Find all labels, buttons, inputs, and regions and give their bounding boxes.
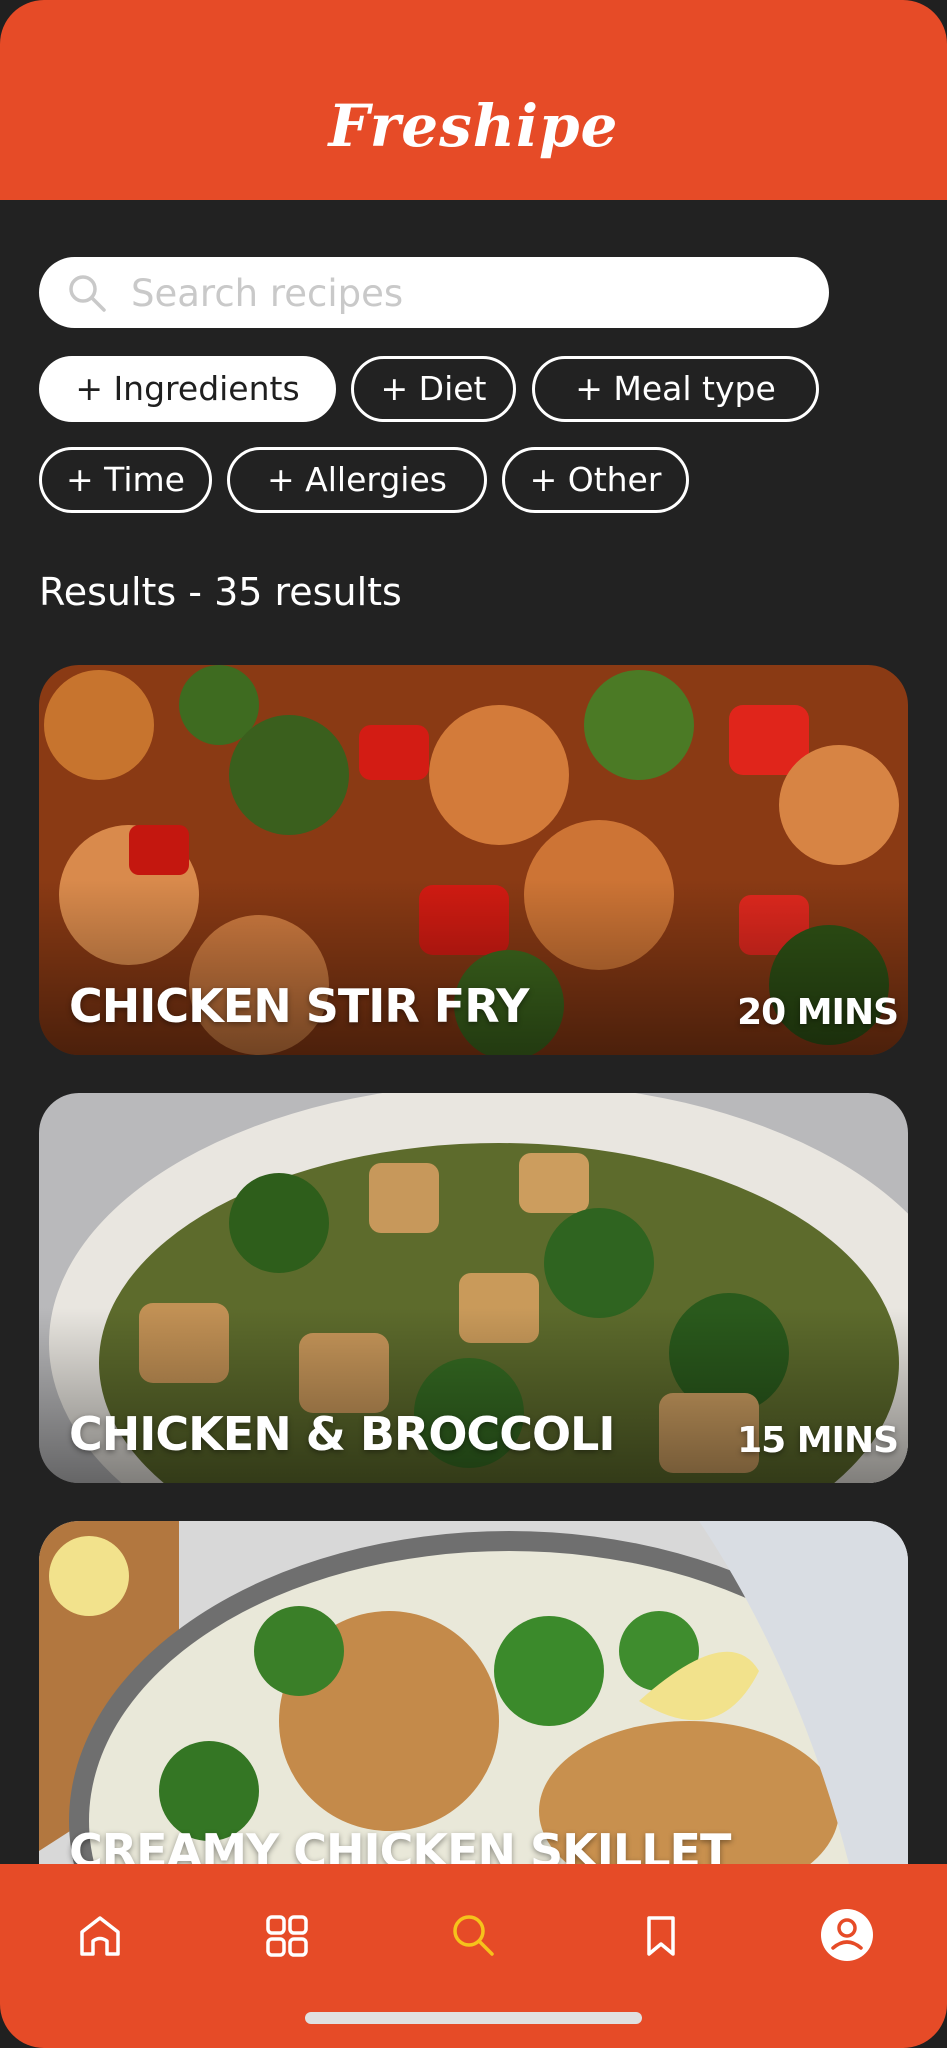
nav-profile-icon[interactable]: [818, 1906, 876, 1964]
filter-chip-allergies[interactable]: + Allergies: [227, 447, 487, 513]
recipe-title: CHICKEN STIR FRY: [69, 979, 529, 1033]
recipe-image: [39, 1521, 908, 1864]
search-bar[interactable]: [39, 257, 829, 330]
recipe-card-chicken-stir-fry[interactable]: CHICKEN STIR FRY 20 MINS: [39, 665, 908, 1055]
app-header: Freshipe: [0, 0, 947, 200]
recipe-title: CREAMY CHICKEN SKILLET: [69, 1824, 731, 1864]
search-input[interactable]: [129, 257, 813, 330]
filter-chip-time[interactable]: + Time: [39, 447, 212, 513]
filter-chip-ingredients[interactable]: + Ingredients: [39, 356, 336, 422]
recipe-time: 20 MINS: [737, 992, 899, 1033]
nav-home-icon[interactable]: [72, 1908, 128, 1964]
recipe-title: CHICKEN & BROCCOLI: [69, 1407, 615, 1461]
recipe-card-chicken-broccoli[interactable]: CHICKEN & BROCCOLI 15 MINS: [39, 1093, 908, 1483]
filter-chip-meal-type[interactable]: + Meal type: [532, 356, 819, 422]
results-heading: Results - 35 results: [39, 570, 402, 614]
recipe-card-creamy-chicken-skillet[interactable]: CREAMY CHICKEN SKILLET: [39, 1521, 908, 1864]
recipe-time: 15 MINS: [737, 1420, 899, 1461]
filter-chip-other[interactable]: + Other: [502, 447, 689, 513]
nav-bookmark-icon[interactable]: [633, 1908, 689, 1964]
nav-search-icon[interactable]: [446, 1908, 502, 1964]
nav-grid-icon[interactable]: [259, 1908, 315, 1964]
home-indicator: [305, 2012, 642, 2024]
app-logo: Freshipe: [328, 92, 619, 160]
app-screen: Freshipe + Ingredients + Diet + Meal typ…: [0, 0, 947, 2048]
search-icon: [69, 275, 106, 312]
filter-chip-diet[interactable]: + Diet: [351, 356, 516, 422]
